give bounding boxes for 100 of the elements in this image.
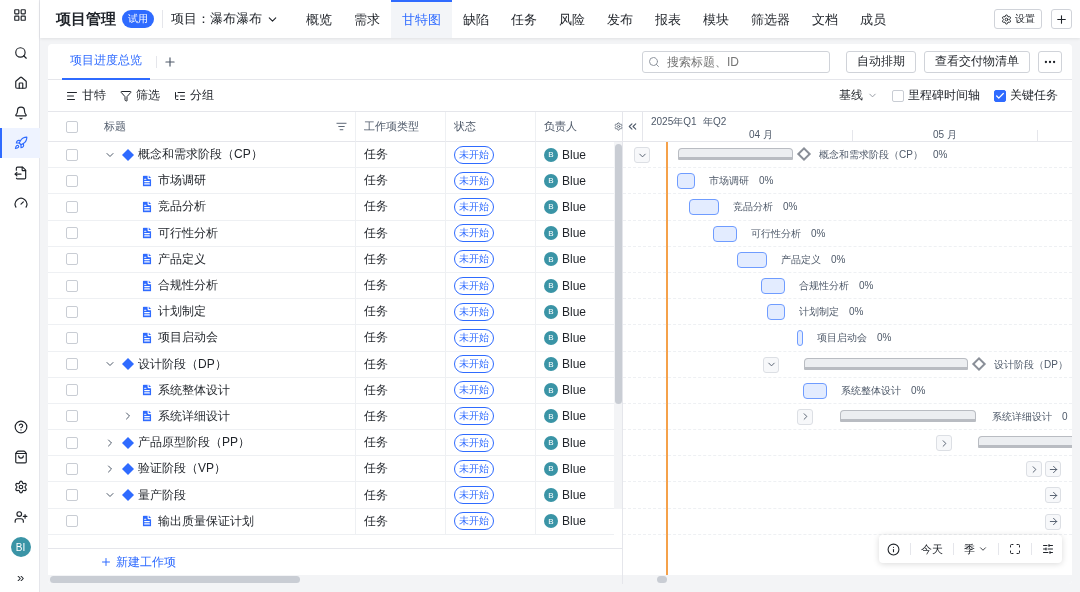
- user-add-icon[interactable]: [13, 510, 28, 524]
- row-checkbox[interactable]: [66, 358, 78, 371]
- task-bar[interactable]: [713, 225, 737, 242]
- toggle-button[interactable]: [763, 356, 779, 373]
- expand-rail-button[interactable]: »: [16, 569, 25, 585]
- checkbox[interactable]: [892, 89, 904, 102]
- task-bar[interactable]: [737, 251, 767, 268]
- summary-bar[interactable]: [678, 148, 793, 160]
- action-button[interactable]: 自动排期: [846, 50, 916, 73]
- task-title[interactable]: 市场调研: [158, 172, 206, 190]
- sliders-icon[interactable]: [1042, 543, 1054, 555]
- summary-bar[interactable]: [840, 409, 976, 422]
- info-icon[interactable]: [887, 542, 900, 556]
- row-checkbox[interactable]: [66, 253, 78, 266]
- collapse-icon[interactable]: [626, 120, 639, 133]
- task-title[interactable]: 输出质量保证计划: [158, 512, 254, 530]
- bag-icon[interactable]: [13, 450, 28, 464]
- settings-icon[interactable]: [13, 480, 28, 494]
- task-title[interactable]: 概念和需求阶段（CP）: [138, 146, 263, 164]
- row-checkbox[interactable]: [66, 410, 78, 423]
- action-button[interactable]: 查看交付物清单: [924, 50, 1030, 73]
- task-bar[interactable]: [677, 173, 695, 190]
- task-title[interactable]: 合规性分析: [158, 277, 218, 295]
- nav-tab[interactable]: 成员: [849, 0, 897, 38]
- settings-button[interactable]: 设置: [994, 9, 1042, 29]
- task-title[interactable]: 计划制定: [158, 303, 206, 321]
- toolbar-button[interactable]: 筛选: [120, 87, 160, 104]
- project-selector[interactable]: 项目：瀑布瀑布: [171, 10, 279, 28]
- row-checkbox[interactable]: [66, 305, 78, 318]
- nav-tab[interactable]: 需求: [343, 0, 391, 38]
- task-title[interactable]: 系统整体设计: [158, 381, 230, 399]
- search-field[interactable]: 搜索标题、ID: [642, 50, 830, 73]
- type-cell: 任务: [364, 486, 388, 504]
- scrollbar-thumb[interactable]: [657, 576, 667, 583]
- nav-tab[interactable]: 筛选器: [740, 0, 801, 38]
- task-title[interactable]: 项目启动会: [158, 329, 218, 347]
- summary-bar[interactable]: [978, 436, 1072, 449]
- task-title[interactable]: 系统详细设计: [158, 407, 230, 425]
- row-checkbox[interactable]: [66, 174, 78, 187]
- row-checkbox[interactable]: [66, 384, 78, 397]
- task-icon: [140, 330, 154, 345]
- task-title[interactable]: 产品定义: [158, 250, 206, 268]
- toggle-button[interactable]: [634, 147, 650, 163]
- view-tab[interactable]: 项目进度总览: [62, 44, 150, 80]
- task-title[interactable]: 竞品分析: [158, 198, 206, 216]
- nav-tab[interactable]: 报表: [644, 0, 692, 38]
- nav-tab[interactable]: 缺陷: [452, 0, 500, 38]
- add-tab-icon[interactable]: [163, 54, 177, 69]
- task-bar[interactable]: [803, 382, 827, 399]
- summary-bar[interactable]: [804, 357, 968, 370]
- rail-item[interactable]: [0, 128, 40, 158]
- scale-dropdown[interactable]: 季: [964, 541, 988, 557]
- arrow-right-icon[interactable]: [1045, 513, 1061, 530]
- row-checkbox[interactable]: [66, 436, 78, 449]
- nav-tab[interactable]: 概览: [295, 0, 343, 38]
- row-checkbox[interactable]: [66, 279, 78, 292]
- user-avatar[interactable]: BI: [10, 537, 31, 557]
- row-checkbox[interactable]: [66, 200, 78, 213]
- nav-tab[interactable]: 任务: [500, 0, 548, 38]
- task-title[interactable]: 验证阶段（VP）: [138, 460, 226, 478]
- task-bar[interactable]: [767, 304, 785, 321]
- row-checkbox[interactable]: [66, 148, 78, 161]
- row-checkbox[interactable]: [66, 515, 78, 528]
- row-checkbox[interactable]: [66, 462, 78, 475]
- arrow-right-icon[interactable]: [1045, 487, 1061, 504]
- scrollbar-thumb[interactable]: [615, 144, 622, 404]
- toggle-button[interactable]: [797, 408, 813, 425]
- baseline-dropdown[interactable]: 基线: [839, 87, 878, 104]
- sort-icon[interactable]: [336, 121, 347, 132]
- help-icon[interactable]: [13, 420, 28, 434]
- nav-tab[interactable]: 模块: [692, 0, 740, 38]
- task-title[interactable]: 可行性分析: [158, 224, 218, 242]
- task-bar[interactable]: [797, 330, 803, 347]
- nav-tab[interactable]: 风险: [548, 0, 596, 38]
- toggle-button[interactable]: [936, 435, 952, 452]
- app-grid-icon[interactable]: [12, 8, 27, 22]
- select-all-checkbox[interactable]: [66, 120, 78, 133]
- task-title[interactable]: 量产阶段: [138, 486, 186, 504]
- checkbox[interactable]: [994, 89, 1006, 102]
- arrow-right-icon[interactable]: [1045, 461, 1061, 478]
- toggle-button[interactable]: [1026, 461, 1042, 478]
- nav-tab[interactable]: 甘特图: [391, 0, 452, 38]
- task-bar[interactable]: [689, 199, 719, 216]
- task-bar[interactable]: [761, 277, 785, 294]
- new-item-button[interactable]: 新建工作项: [100, 553, 176, 571]
- toolbar-button[interactable]: 甘特: [66, 87, 106, 104]
- bar-label: 项目启动会 0%: [817, 331, 892, 346]
- fullscreen-icon[interactable]: [1009, 543, 1021, 555]
- today-button[interactable]: 今天: [921, 541, 943, 557]
- row-checkbox[interactable]: [66, 227, 78, 240]
- scrollbar-thumb[interactable]: [50, 576, 300, 583]
- add-button[interactable]: [1051, 9, 1072, 29]
- row-checkbox[interactable]: [66, 489, 78, 502]
- nav-tab[interactable]: 文档: [801, 0, 849, 38]
- toolbar-button[interactable]: 分组: [174, 87, 214, 104]
- nav-tab[interactable]: 发布: [596, 0, 644, 38]
- task-title[interactable]: 产品原型阶段（PP）: [138, 434, 250, 452]
- task-title[interactable]: 设计阶段（DP）: [138, 355, 227, 373]
- row-checkbox[interactable]: [66, 331, 78, 344]
- more-button[interactable]: [1038, 50, 1062, 73]
